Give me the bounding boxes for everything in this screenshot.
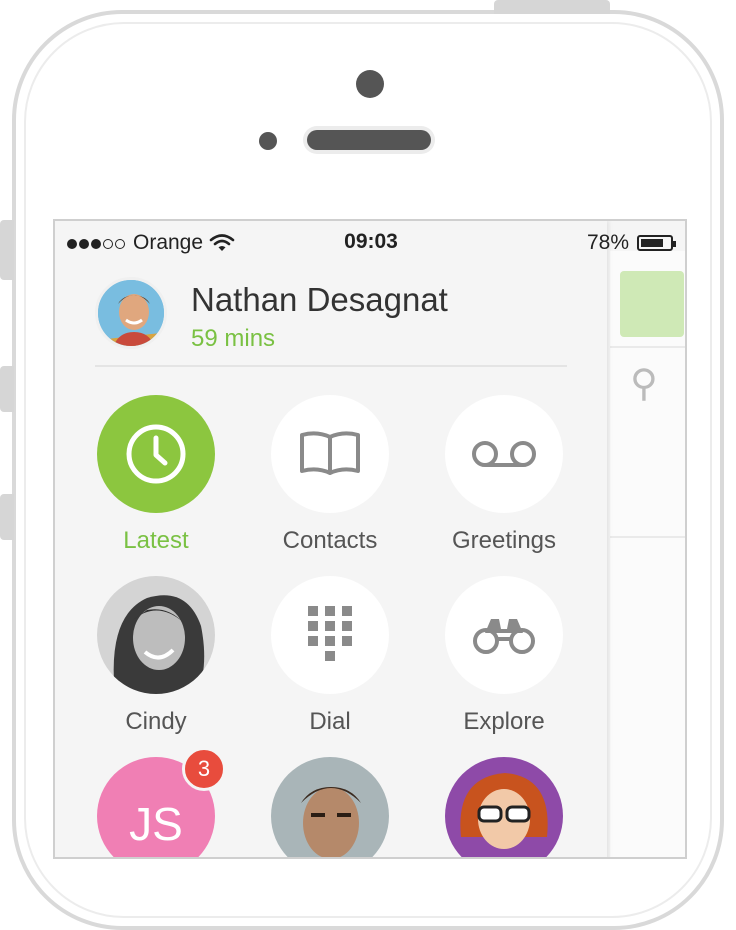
explore-button[interactable] — [445, 576, 563, 694]
background-divider — [610, 536, 685, 538]
background-app-tile — [620, 271, 684, 337]
greetings-button[interactable] — [445, 395, 563, 513]
power-button — [494, 0, 610, 14]
js-initials: JS — [129, 798, 183, 850]
front-camera — [356, 70, 384, 98]
proximity-sensor — [259, 132, 277, 150]
cindy-photo — [97, 576, 215, 694]
minutes-remaining: 59 mins — [191, 325, 276, 352]
battery-percent: 78% — [586, 231, 629, 254]
battery-icon — [637, 235, 676, 251]
notification-badge: 3 — [182, 747, 226, 791]
search-icon: ⚲ — [630, 363, 658, 405]
cindy-avatar[interactable] — [97, 576, 215, 694]
menu-item-dial[interactable]: Dial — [250, 576, 410, 736]
contacts-label: Contacts — [282, 527, 378, 554]
cartoon-photo — [445, 757, 563, 857]
dial-button[interactable] — [271, 576, 389, 694]
menu-item-explore[interactable]: Explore — [424, 576, 584, 736]
contacts-button[interactable] — [271, 395, 389, 513]
contact-avatar[interactable] — [271, 757, 389, 857]
volume-up-button — [0, 366, 14, 412]
greetings-label: Greetings — [451, 527, 557, 554]
cartoon-avatar[interactable] — [445, 757, 563, 857]
navigation-drawer: Orange 09:03 78% Nathan Desagnat 59 mins… — [55, 221, 676, 857]
cindy-label: Cindy — [125, 708, 187, 735]
dialpad-icon — [308, 606, 352, 661]
background-divider — [610, 346, 685, 348]
earpiece-speaker — [307, 130, 431, 150]
latest-label: Latest — [123, 527, 189, 554]
favorite-cindy[interactable]: Cindy — [76, 576, 236, 736]
status-bar: Orange 09:03 78% — [55, 221, 685, 261]
binoculars-icon — [473, 619, 535, 654]
mute-switch — [0, 220, 14, 280]
latest-button[interactable] — [97, 395, 215, 513]
contact-photo — [271, 757, 389, 857]
menu-item-greetings[interactable]: Greetings — [424, 395, 584, 555]
favorite-contact[interactable] — [250, 757, 410, 857]
menu-item-contacts[interactable]: Contacts — [250, 395, 410, 555]
menu-item-latest[interactable]: Latest — [76, 395, 236, 555]
explore-label: Explore — [463, 708, 545, 735]
voicemail-icon — [472, 441, 536, 467]
favorite-cartoon[interactable] — [424, 757, 584, 857]
clock-icon — [126, 424, 186, 484]
book-icon — [300, 431, 360, 475]
avatar-photo — [98, 280, 164, 346]
avatar[interactable] — [95, 277, 167, 349]
favorite-js[interactable]: JS 3 — [76, 747, 236, 857]
profile-name: Nathan Desagnat — [191, 281, 448, 318]
battery-status: 78% — [586, 231, 676, 255]
divider — [95, 365, 567, 367]
volume-down-button — [0, 494, 14, 540]
screen: ⚲ Orange 09:03 78% Nathan Desagnat 59 mi… — [53, 219, 687, 859]
background-app — [610, 251, 685, 857]
dial-label: Dial — [309, 708, 351, 735]
